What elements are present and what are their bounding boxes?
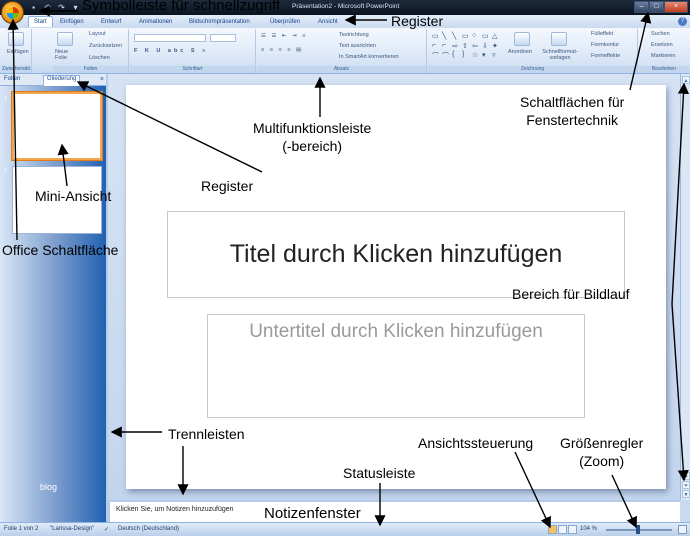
annotation-scroll-area: Bereich für Bildlauf (512, 286, 630, 302)
annotation-mini-view: Mini-Ansicht (35, 188, 112, 204)
annotation-register-top: Register (391, 13, 444, 29)
annotation-view-controls: Ansichtssteuerung (418, 435, 534, 451)
annotation-register-pane: Register (201, 178, 254, 194)
annotation-office-button: Office Schaltfläche (2, 242, 119, 258)
annotation-qat: Symbolleiste für schnellzugriff (82, 0, 281, 14)
annotation-notes-pane: Notizenfenster (264, 505, 361, 522)
annotation-zoom-slider: Größenregler (Zoom) (560, 435, 644, 469)
annotation-window-buttons: Schaltflächen für Fenstertechnik (520, 94, 625, 128)
annotation-ribbon: Multifunktionsleiste (-bereich) (253, 120, 372, 154)
annotation-statusbar: Statusleiste (343, 465, 416, 481)
annotation-splitters: Trennleisten (168, 426, 245, 442)
